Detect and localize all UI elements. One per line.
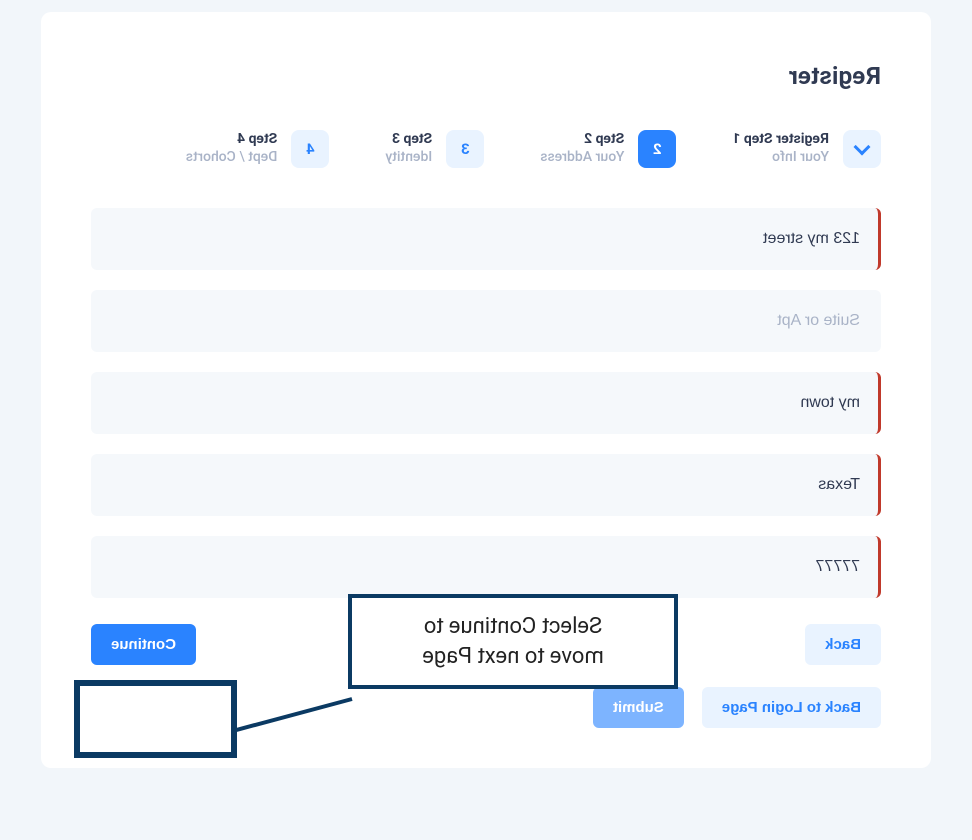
- stepper: Register Step 1 Your Info 2 Step 2 Your …: [91, 130, 881, 168]
- callout-line1: Select Continue to: [374, 612, 652, 642]
- step-2-badge: 2: [638, 130, 676, 168]
- callout-line2: move to next Page: [374, 642, 652, 672]
- step-2-sub: Your Address: [540, 148, 624, 168]
- step-4-sub: Dept / Cohorts: [186, 148, 278, 168]
- page-title: Register: [91, 62, 881, 90]
- step-3-sub: Identity: [385, 148, 432, 168]
- step-1-title: Register Step 1: [732, 131, 829, 148]
- suite-input[interactable]: [91, 290, 881, 352]
- address-form: [91, 208, 881, 598]
- back-button[interactable]: Back: [805, 624, 881, 665]
- step-3-badge: 3: [446, 130, 484, 168]
- step-4-badge: 4: [291, 130, 329, 168]
- step-4-title: Step 4: [186, 131, 278, 148]
- submit-button[interactable]: Submit: [593, 687, 684, 728]
- step-4[interactable]: 4 Step 4 Dept / Cohorts: [186, 130, 330, 168]
- step-3-title: Step 3: [385, 131, 432, 148]
- step-1-sub: Your Info: [732, 148, 829, 168]
- step-2[interactable]: 2 Step 2 Your Address: [540, 130, 676, 168]
- callout-box: Select Continue to move to next Page: [348, 594, 678, 689]
- step-1[interactable]: Register Step 1 Your Info: [732, 130, 881, 168]
- step-2-title: Step 2: [540, 131, 624, 148]
- continue-button[interactable]: Continue: [91, 624, 196, 665]
- footer-actions: Back to Login Page Submit: [91, 687, 881, 728]
- street-input[interactable]: [91, 208, 881, 270]
- zip-input[interactable]: [91, 536, 881, 598]
- step-3[interactable]: 3 Step 3 Identity: [385, 130, 484, 168]
- back-to-login-button[interactable]: Back to Login Page: [702, 687, 881, 728]
- check-icon: [843, 130, 881, 168]
- state-input[interactable]: [91, 454, 881, 516]
- city-input[interactable]: [91, 372, 881, 434]
